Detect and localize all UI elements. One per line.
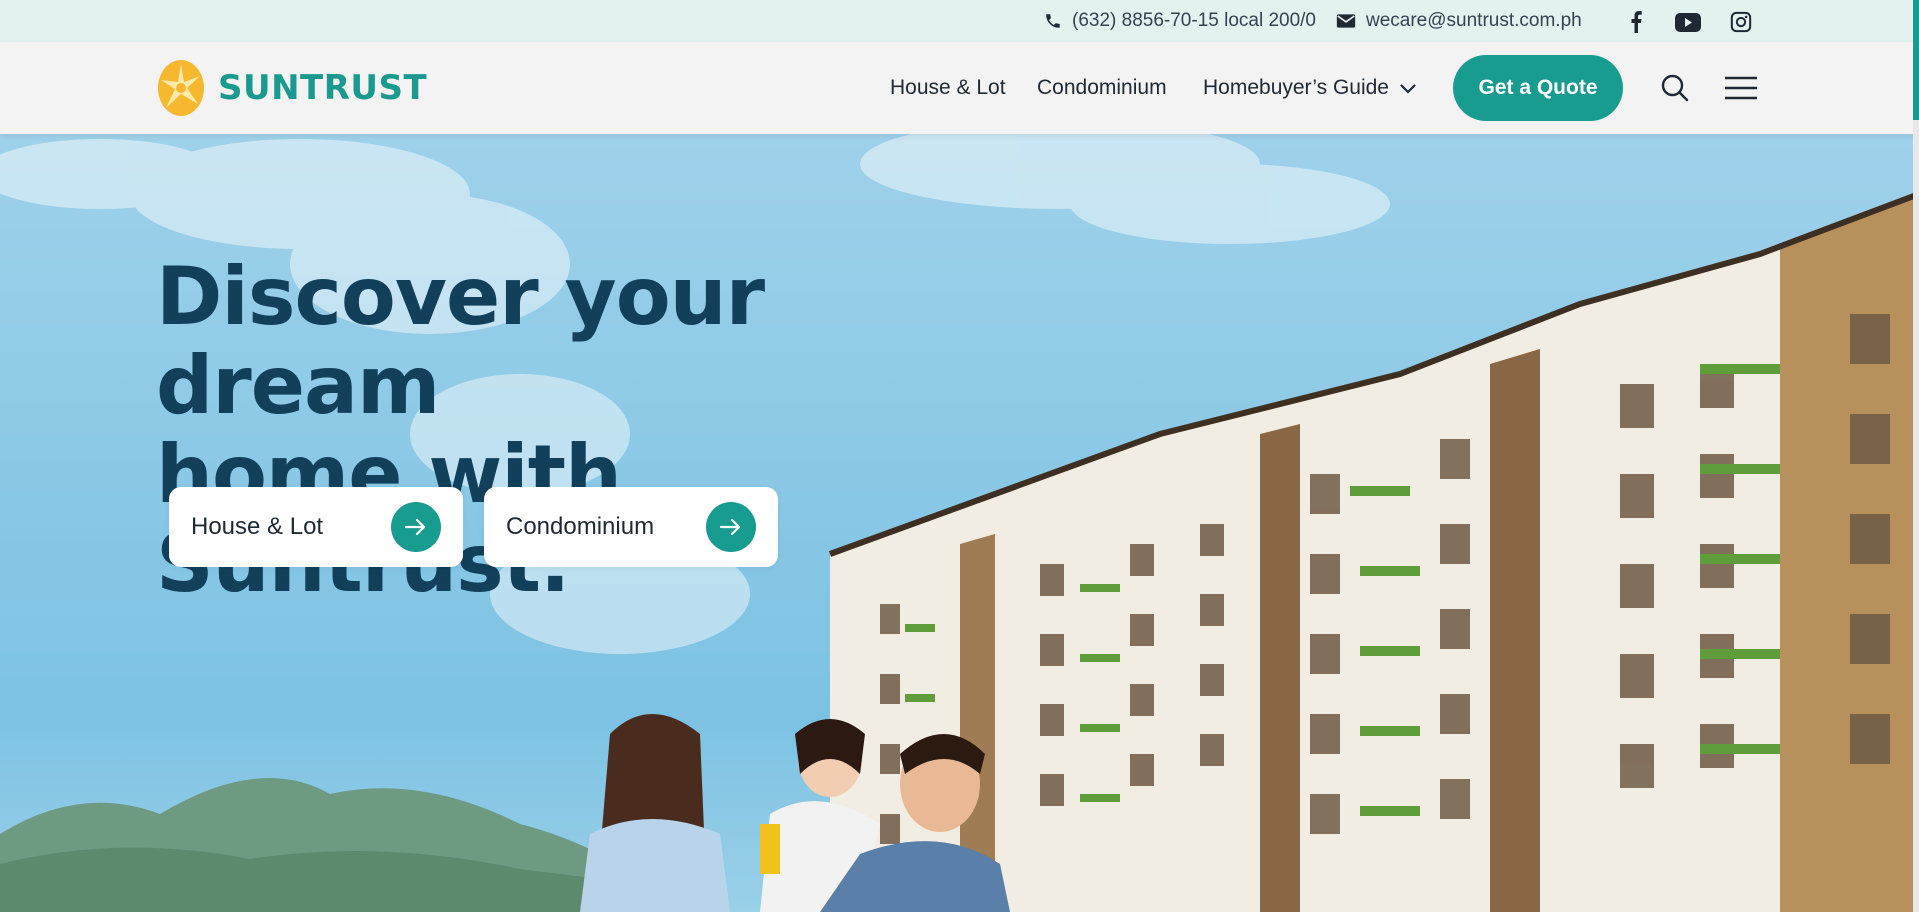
phone-icon (1046, 14, 1060, 28)
condominium-card-label: Condominium (506, 513, 655, 540)
search-button[interactable] (1659, 72, 1691, 104)
arrow-right-icon (706, 502, 756, 552)
instagram-link[interactable] (1728, 9, 1754, 35)
facebook-link[interactable] (1623, 9, 1649, 35)
menu-button[interactable] (1724, 72, 1758, 104)
top-contact-bar: (632) 8856-70-15 local 200/0 wecare@sunt… (0, 0, 1919, 42)
nav-condominium[interactable]: Condominium (1037, 42, 1167, 134)
arrow-right-icon (391, 502, 441, 552)
hamburger-menu-icon (1725, 76, 1757, 100)
facebook-icon (1631, 11, 1642, 33)
nav-homebuyers-guide[interactable]: Homebuyer’s Guide (1203, 42, 1417, 134)
youtube-icon (1675, 12, 1701, 32)
envelope-icon (1336, 14, 1356, 28)
site-header: SUNTRUST House & Lot Condominium Homebuy… (0, 42, 1919, 134)
logo-wordmark: SUNTRUST (218, 68, 428, 108)
page-scrollbar[interactable] (1913, 0, 1919, 912)
email-contact[interactable]: wecare@suntrust.com.ph (1336, 0, 1582, 42)
search-icon (1661, 74, 1689, 102)
email-address: wecare@suntrust.com.ph (1366, 10, 1582, 31)
instagram-icon (1730, 11, 1752, 33)
house-lot-card-label: House & Lot (191, 513, 324, 540)
scrollbar-thumb[interactable] (1913, 0, 1919, 120)
house-lot-card-button[interactable]: House & Lot (169, 487, 463, 567)
nav-homebuyers-guide-label: Homebuyer’s Guide (1203, 76, 1389, 99)
phone-number: (632) 8856-70-15 local 200/0 (1072, 10, 1317, 31)
hero-section: Discover your dream home with Suntrust. … (0, 134, 1919, 912)
sun-logo-icon (158, 60, 204, 116)
suntrust-logo[interactable]: SUNTRUST (156, 58, 427, 118)
hero-headline-line-1: Discover your dream (156, 250, 765, 432)
youtube-link[interactable] (1675, 9, 1701, 35)
phone-contact[interactable]: (632) 8856-70-15 local 200/0 (1044, 0, 1316, 42)
condominium-card-button[interactable]: Condominium (484, 487, 778, 567)
chevron-down-icon (1400, 84, 1416, 94)
nav-house-lot[interactable]: House & Lot (890, 42, 1006, 134)
get-a-quote-button[interactable]: Get a Quote (1453, 55, 1623, 121)
